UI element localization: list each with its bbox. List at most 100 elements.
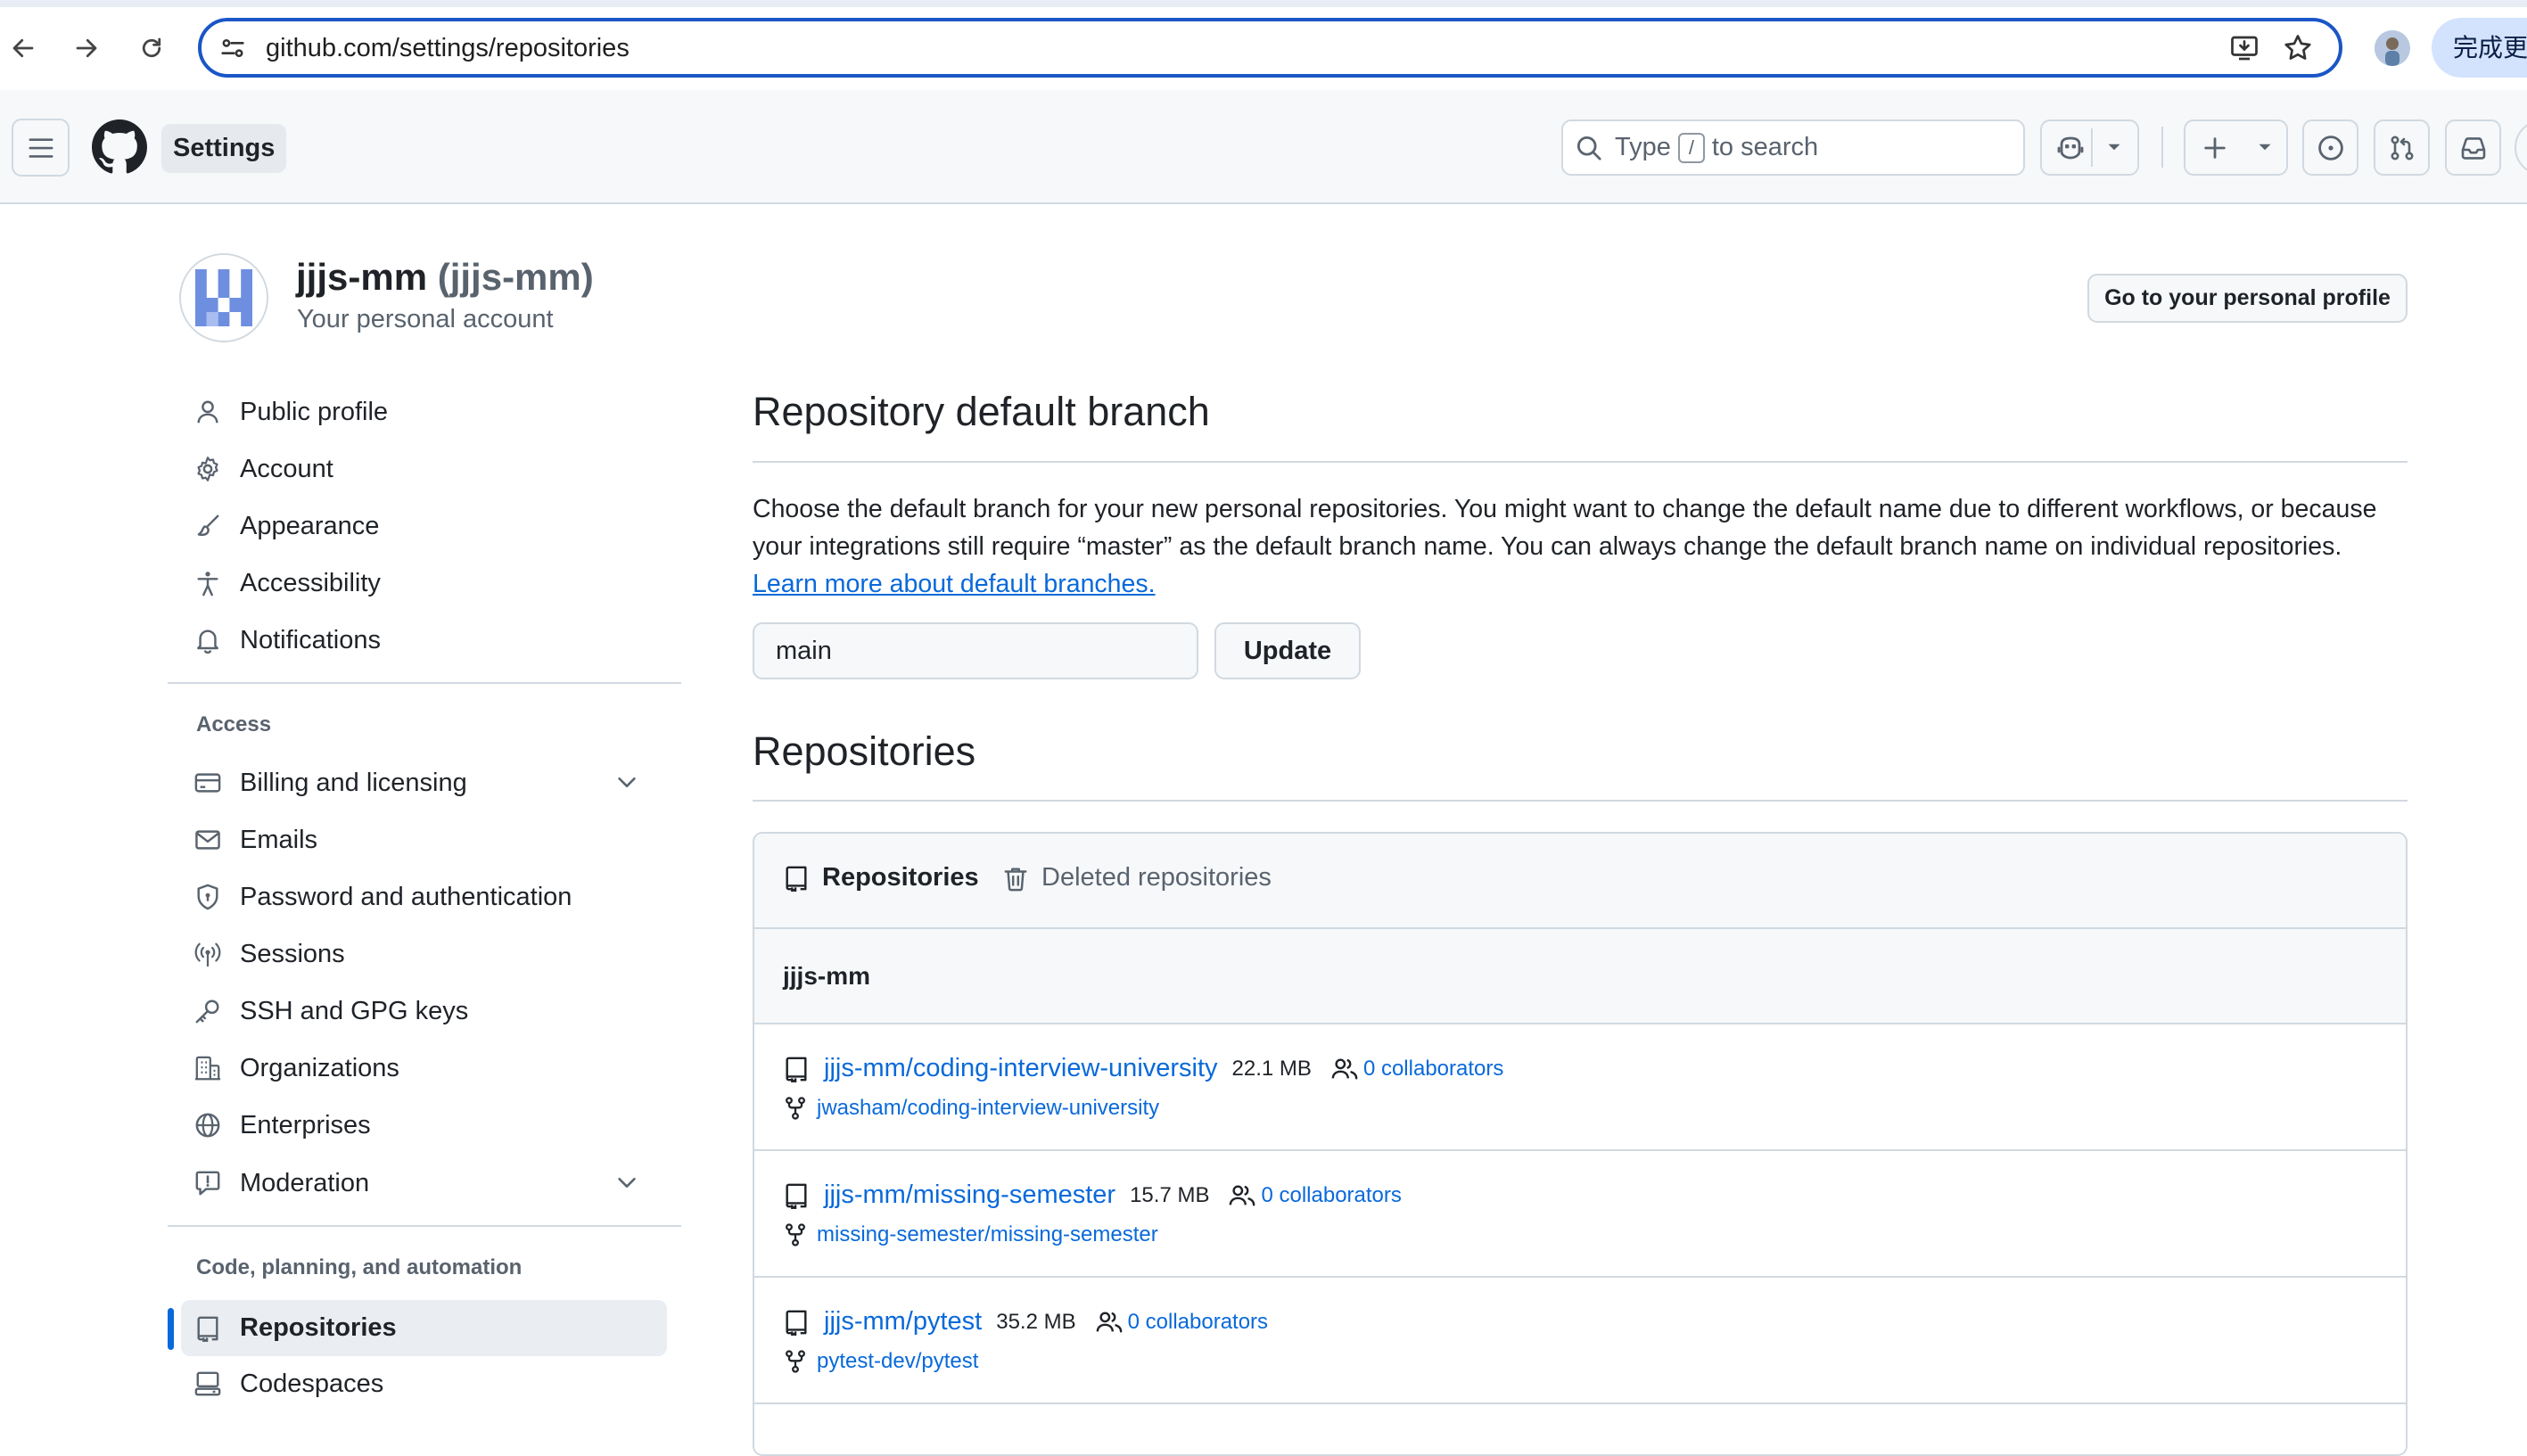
create-new-button[interactable]: [2184, 119, 2288, 176]
bookmark-star-icon[interactable]: [2282, 32, 2314, 64]
report-icon: [193, 1169, 222, 1197]
sidebar-item-password-authentication[interactable]: Password and authentication: [181, 870, 667, 924]
chevron-down-icon[interactable]: [613, 769, 640, 795]
inbox-button[interactable]: [2445, 119, 2501, 176]
forked-from-link[interactable]: pytest-dev/pytest: [817, 1349, 978, 1374]
sidebar-item-organizations[interactable]: Organizations: [181, 1041, 667, 1095]
account-login: (jjjs-mm): [437, 256, 594, 298]
sidebar-item-account[interactable]: Account: [181, 442, 667, 496]
chevron-down-icon[interactable]: [613, 1169, 640, 1196]
menu-button[interactable]: [12, 119, 70, 177]
sidebar-item-appearance[interactable]: Appearance: [181, 499, 667, 553]
sidebar-item-accessibility[interactable]: Accessibility: [181, 556, 667, 610]
issues-button[interactable]: [2302, 119, 2358, 176]
search-input[interactable]: Type / to search: [1561, 119, 2025, 176]
user-avatar-button[interactable]: [2515, 119, 2527, 176]
learn-more-link[interactable]: Learn more about default branches.: [753, 570, 1156, 598]
menu-icon: [28, 135, 54, 161]
reload-icon[interactable]: [134, 30, 169, 66]
sidebar-item-codespaces[interactable]: Codespaces: [181, 1357, 667, 1411]
repo-icon: [783, 1182, 810, 1209]
sidebar-item-ssh-gpg-keys[interactable]: SSH and GPG keys: [181, 984, 667, 1038]
page-context-title[interactable]: Settings: [161, 124, 287, 173]
sidebar-item-label: Organizations: [240, 1053, 399, 1082]
forked-from-link[interactable]: missing-semester/missing-semester: [817, 1222, 1158, 1247]
repo-icon: [193, 1314, 222, 1343]
account-avatar[interactable]: [179, 253, 268, 342]
repo-name-link[interactable]: jjjs-mm/missing-semester: [824, 1180, 1115, 1210]
search-prefix: Type: [1615, 133, 1671, 161]
site-info-icon[interactable]: [218, 33, 248, 63]
tab-label: Repositories: [822, 863, 979, 892]
sidebar-item-repositories[interactable]: Repositories: [181, 1300, 667, 1356]
forked-from-link[interactable]: jwasham/coding-interview-university: [817, 1096, 1159, 1121]
sidebar-item-public-profile[interactable]: Public profile: [181, 385, 667, 439]
sidebar-item-label: Public profile: [240, 397, 389, 426]
tab-deleted-repositories[interactable]: Deleted repositories: [1002, 863, 1272, 893]
sidebar-item-notifications[interactable]: Notifications: [181, 613, 667, 667]
section-divider: [753, 461, 2408, 463]
sidebar-item-label: Appearance: [240, 511, 380, 540]
copilot-button[interactable]: [2040, 119, 2139, 176]
default-branch-input[interactable]: [753, 622, 1198, 679]
collaborators-link[interactable]: 0 collaborators: [1363, 1057, 1503, 1082]
repo-name-link[interactable]: jjjs-mm/pytest: [824, 1307, 982, 1337]
repo-icon: [783, 865, 810, 892]
account-display-name: jjjs-mm: [296, 256, 428, 298]
sidebar-item-label: Repositories: [240, 1313, 397, 1342]
pull-requests-button[interactable]: [2374, 119, 2430, 176]
paintbrush-icon: [193, 512, 222, 540]
sidebar-item-label: Notifications: [240, 625, 381, 654]
plus-icon: [2202, 135, 2228, 161]
people-icon: [1331, 1056, 1358, 1082]
branch-description: Choose the default branch for your new p…: [753, 490, 2393, 603]
inbox-icon: [2459, 134, 2488, 162]
shield-lock-icon: [193, 883, 222, 911]
repo-name-link[interactable]: jjjs-mm/coding-interview-university: [824, 1054, 1218, 1083]
sidebar-item-enterprises[interactable]: Enterprises: [181, 1098, 667, 1152]
search-shortcut-key: /: [1677, 132, 1705, 163]
organization-icon: [193, 1054, 222, 1082]
sidebar-item-moderation[interactable]: Moderation: [181, 1156, 667, 1210]
sidebar-item-label: SSH and GPG keys: [240, 996, 469, 1025]
people-icon: [1096, 1309, 1123, 1336]
go-to-profile-button[interactable]: Go to your personal profile: [2087, 274, 2408, 323]
issues-icon: [2317, 134, 2345, 162]
sidebar-divider: [168, 682, 681, 684]
sidebar-item-label: Billing and licensing: [240, 768, 467, 797]
header-divider: [2161, 127, 2163, 168]
fork-icon: [783, 1349, 808, 1374]
update-button[interactable]: Update: [1214, 622, 1361, 679]
browser-update-button[interactable]: 完成更新: [2432, 18, 2527, 78]
table-row: jjjs-mm/coding-interview-university 22.1…: [754, 1024, 2406, 1151]
sidebar-item-label: Moderation: [240, 1168, 370, 1197]
profile-avatar[interactable]: [2375, 30, 2410, 66]
collaborators-link[interactable]: 0 collaborators: [1261, 1183, 1401, 1208]
github-logo[interactable]: [92, 119, 147, 175]
sidebar-item-label: Account: [240, 454, 333, 483]
gear-icon: [193, 455, 222, 483]
sidebar-item-sessions[interactable]: Sessions: [181, 927, 667, 981]
collaborators-link[interactable]: 0 collaborators: [1128, 1310, 1268, 1335]
tab-label: Deleted repositories: [1041, 863, 1272, 892]
forward-icon[interactable]: [69, 30, 104, 66]
tab-repositories[interactable]: Repositories: [783, 863, 979, 893]
repo-size: 22.1 MB: [1231, 1056, 1312, 1081]
url-text[interactable]: github.com/settings/repositories: [266, 32, 630, 64]
sidebar-item-billing[interactable]: Billing and licensing: [181, 756, 667, 810]
sidebar-divider: [168, 1225, 681, 1227]
pull-requests-icon: [2388, 134, 2416, 162]
fork-icon: [783, 1096, 808, 1121]
search-suffix: to search: [1711, 133, 1819, 161]
address-bar[interactable]: github.com/settings/repositories: [198, 18, 2342, 78]
repo-icon: [783, 1056, 810, 1082]
repo-size: 15.7 MB: [1130, 1182, 1210, 1207]
install-icon[interactable]: [2228, 32, 2260, 64]
chevron-down-icon: [2253, 136, 2276, 159]
active-indicator: [168, 1308, 174, 1350]
repositories-section-title: Repositories: [753, 728, 976, 774]
sidebar-item-emails[interactable]: Emails: [181, 813, 667, 867]
back-icon[interactable]: [5, 30, 41, 66]
trash-icon: [1002, 865, 1029, 892]
repo-icon: [783, 1309, 810, 1336]
